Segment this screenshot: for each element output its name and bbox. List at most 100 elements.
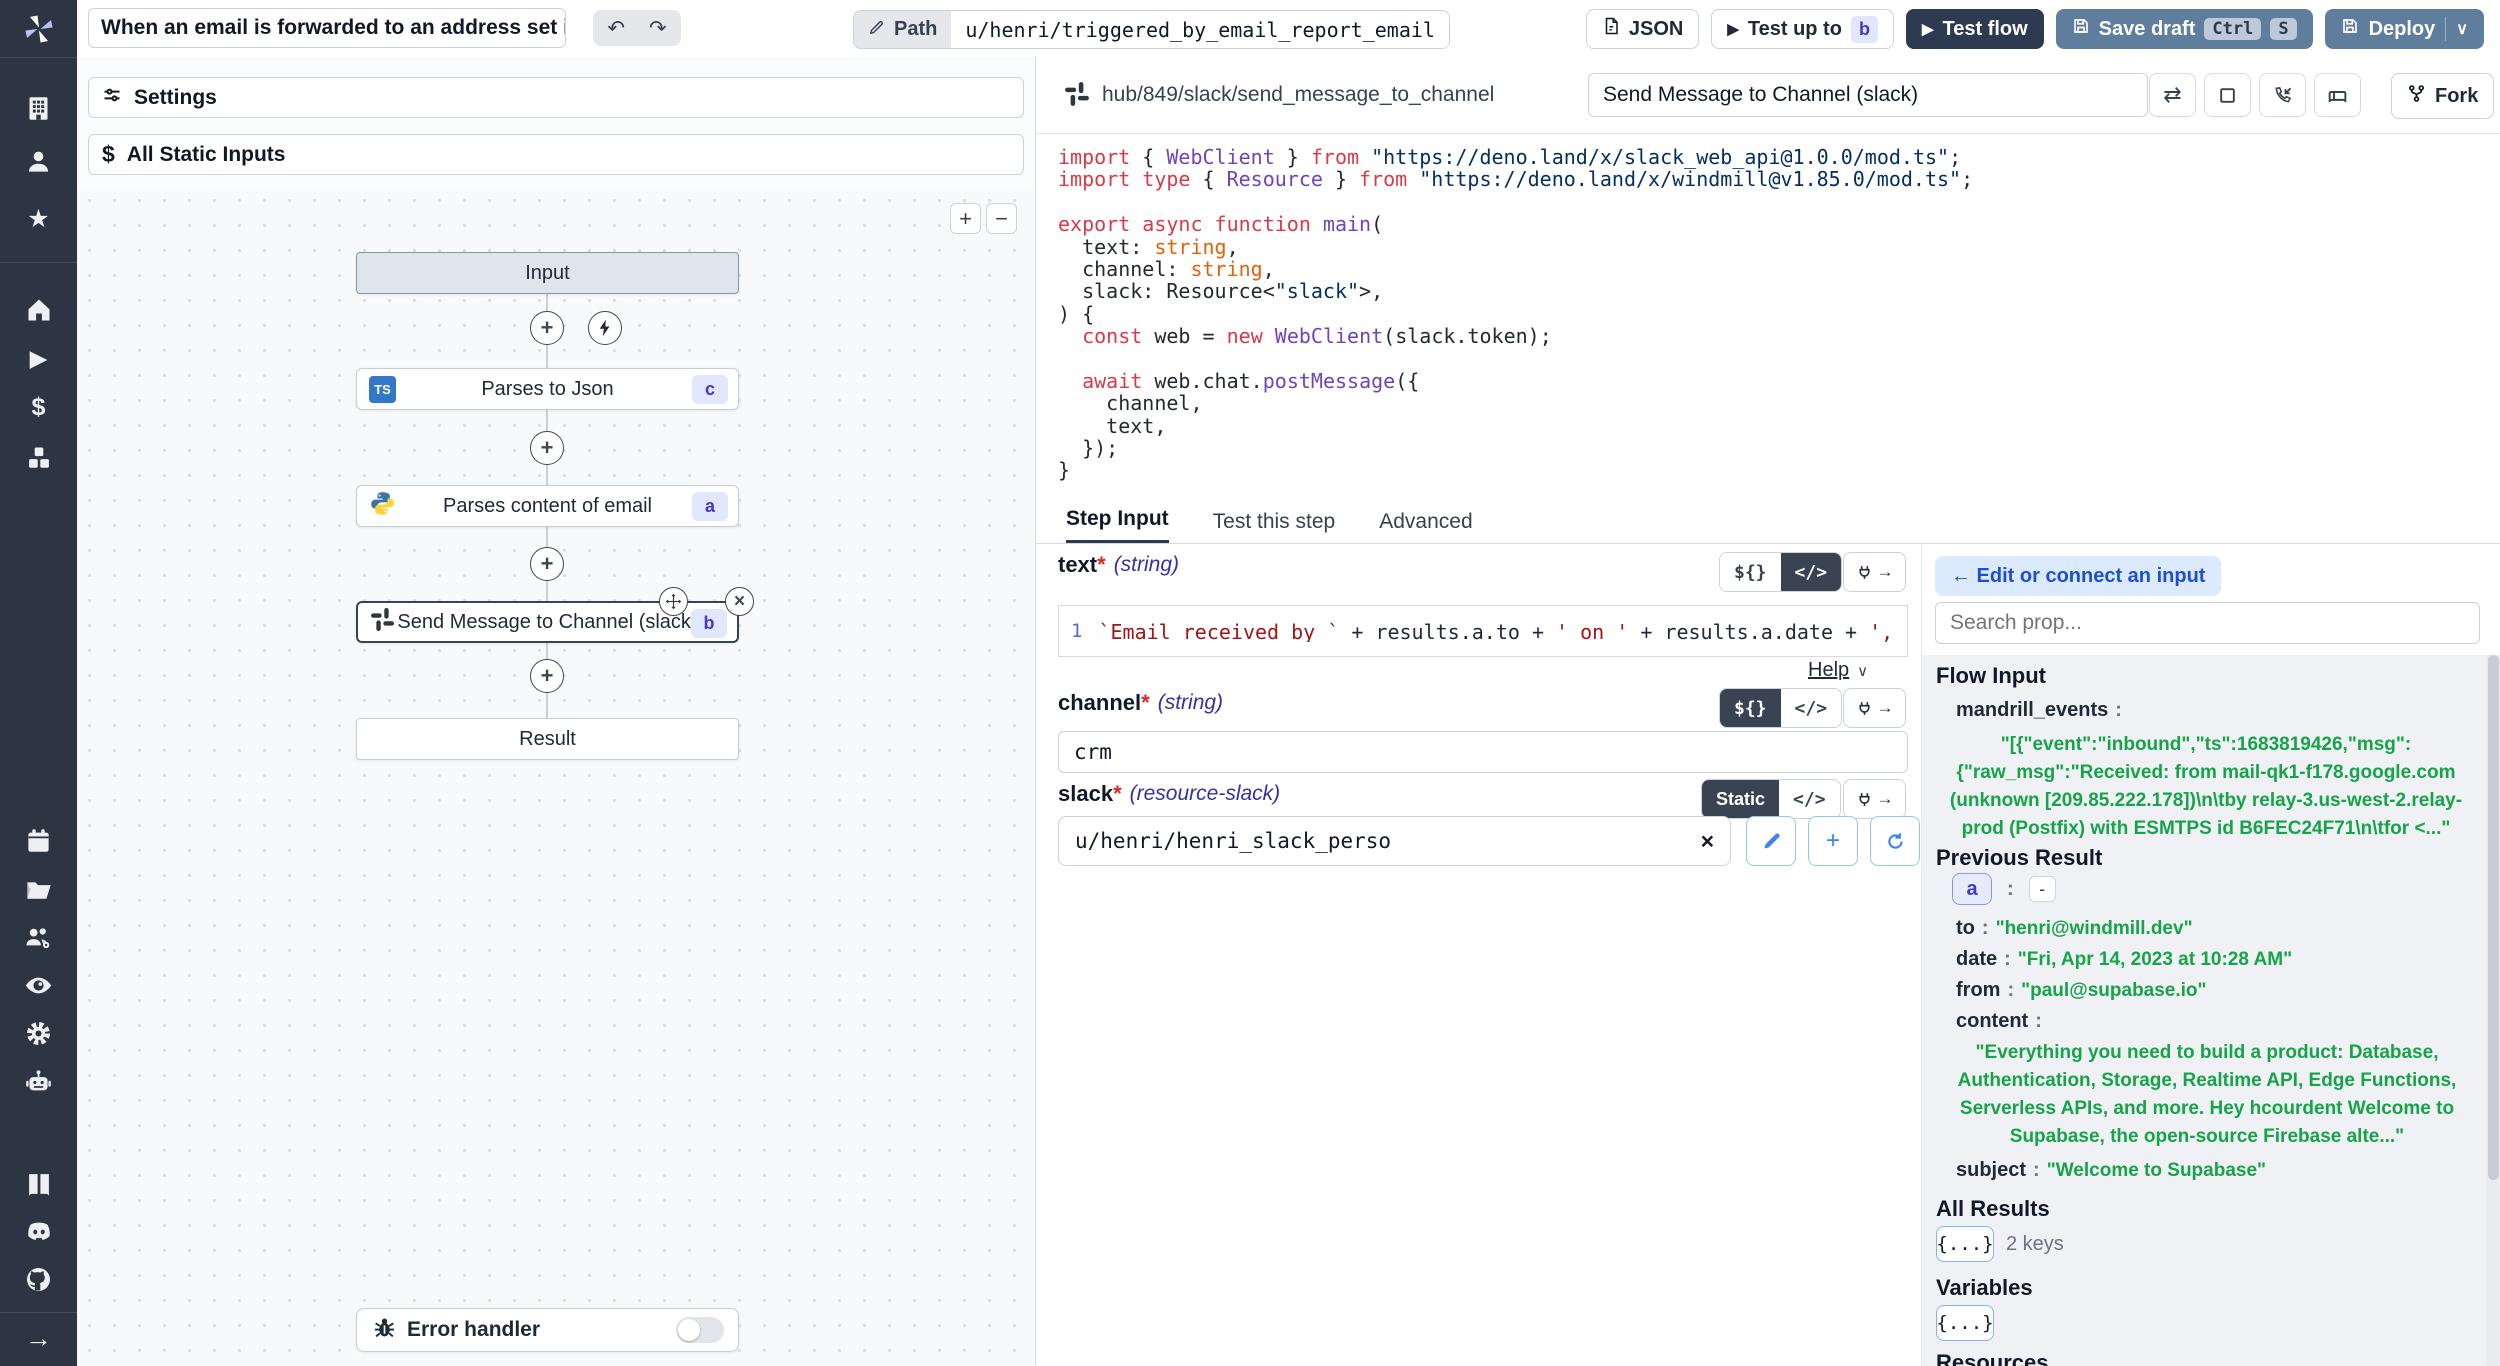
diff-icon[interactable]: [2314, 73, 2361, 117]
code-editor[interactable]: import { WebClient } from "https://deno.…: [1058, 145, 2478, 481]
refresh-resource-button[interactable]: [1870, 816, 1920, 866]
runs-play-icon[interactable]: ▶: [20, 340, 57, 377]
groups-admin-icon[interactable]: [20, 919, 57, 956]
zoom-in-button[interactable]: +: [950, 203, 981, 234]
test-up-to-step-badge: b: [1851, 16, 1878, 43]
all-static-inputs-bar[interactable]: $ All Static Inputs: [88, 134, 1024, 175]
flow-node-result[interactable]: Result: [356, 718, 739, 760]
expand-object-badge[interactable]: {...}: [1936, 1305, 1994, 1341]
prop-key: from: [1956, 979, 2000, 1002]
audit-eye-icon[interactable]: [20, 967, 57, 1004]
field-name: text: [1058, 552, 1097, 578]
text-field-label: text*(string): [1058, 552, 1179, 578]
expr-mode-option[interactable]: </>: [1781, 553, 1842, 591]
tab-step-input[interactable]: Step Input: [1066, 507, 1169, 543]
folders-icon[interactable]: [20, 871, 57, 908]
github-icon[interactable]: [20, 1261, 57, 1298]
step-summary-input[interactable]: [1588, 73, 2148, 117]
tab-test-this-step[interactable]: Test this step: [1213, 510, 1336, 543]
text-expression-editor[interactable]: 1 `Email received by ` + results.a.to + …: [1058, 605, 1908, 657]
result-row-date[interactable]: date: "Fri, Apr 14, 2023 at 10:28 AM": [1956, 948, 2292, 971]
tab-advanced[interactable]: Advanced: [1379, 510, 1472, 543]
connect-input-plug-button[interactable]: →: [1843, 779, 1906, 819]
collapse-button[interactable]: -: [2029, 876, 2056, 902]
chevron-down-icon[interactable]: ∨: [2456, 19, 2468, 39]
arrow-right-icon: →: [1877, 789, 1894, 809]
undo-icon[interactable]: ↶: [607, 16, 625, 41]
add-step-button[interactable]: +: [530, 311, 564, 345]
expr-mode-option[interactable]: </>: [1779, 780, 1840, 818]
context-scrollbar-thumb[interactable]: [2488, 655, 2499, 1180]
edit-or-connect-button[interactable]: ← Edit or connect an input: [1935, 556, 2221, 596]
redo-icon[interactable]: ↷: [649, 16, 667, 41]
error-handler-label: Error handler: [407, 1318, 540, 1342]
colon: :: [2115, 699, 2122, 722]
docs-book-icon[interactable]: [20, 1165, 57, 1202]
workspace-building-icon[interactable]: [20, 90, 57, 127]
flow-input-value[interactable]: "[{"event":"inbound","ts":1683819426,"ms…: [1942, 731, 2470, 843]
error-handler-node[interactable]: Error handler: [356, 1308, 739, 1352]
line-number: 1: [1071, 620, 1082, 642]
windmill-logo-icon[interactable]: [20, 10, 57, 47]
static-mode-option[interactable]: ${}: [1720, 553, 1781, 591]
add-step-button[interactable]: +: [530, 431, 564, 465]
maximize-icon[interactable]: [2204, 73, 2251, 117]
static-mode-option[interactable]: Static: [1702, 780, 1779, 818]
add-step-button[interactable]: +: [530, 547, 564, 581]
workers-robot-icon[interactable]: [20, 1064, 57, 1101]
flow-canvas[interactable]: [77, 188, 1035, 1366]
result-row-to[interactable]: to: "henri@windmill.dev": [1956, 917, 2193, 940]
expr-mode-option[interactable]: </>: [1781, 689, 1842, 727]
flow-input-key-row[interactable]: mandrill_events :: [1956, 699, 2129, 722]
add-resource-button[interactable]: +: [1808, 816, 1858, 866]
fork-button[interactable]: Fork: [2391, 73, 2494, 119]
test-flow-button[interactable]: ▶ Test flow: [1906, 9, 2044, 49]
sliders-icon: [102, 85, 122, 111]
test-up-to-button[interactable]: ▶ Test up to b: [1711, 9, 1894, 49]
schedules-calendar-icon[interactable]: [20, 822, 57, 859]
flow-title-input[interactable]: When an email is forwarded to an address…: [88, 8, 566, 48]
result-row-from[interactable]: from: "paul@supabase.io": [1956, 979, 2207, 1002]
clear-resource-icon[interactable]: ×: [1701, 828, 1714, 855]
flow-node-parses-content[interactable]: Parses content of email a: [356, 485, 739, 527]
variables-dollar-icon[interactable]: $: [20, 389, 57, 426]
save-icon: [2072, 17, 2090, 41]
path-group[interactable]: Path u/henri/triggered_by_email_report_e…: [853, 10, 1450, 49]
connect-input-plug-button[interactable]: →: [1843, 552, 1906, 592]
slack-resource-picker[interactable]: u/henri/henri_slack_perso ×: [1058, 816, 1731, 866]
trigger-bolt-button[interactable]: [588, 311, 622, 345]
expand-sidebar-arrow-icon[interactable]: →: [20, 1320, 57, 1357]
zoom-out-button[interactable]: −: [986, 203, 1017, 234]
add-step-button[interactable]: +: [530, 659, 564, 693]
expand-object-badge[interactable]: {...}: [1936, 1226, 1994, 1262]
reload-swap-icon[interactable]: ⇄: [2149, 73, 2196, 117]
flow-node-input[interactable]: Input: [356, 252, 739, 294]
save-draft-button[interactable]: Save draft Ctrl S: [2056, 9, 2313, 49]
connect-input-plug-button[interactable]: →: [1843, 688, 1906, 728]
help-link[interactable]: Help ∨: [1808, 659, 1868, 682]
static-mode-option[interactable]: ${}: [1720, 689, 1781, 727]
error-handler-toggle[interactable]: [676, 1317, 724, 1343]
flow-node-parses-to-json[interactable]: TS Parses to Json c: [356, 368, 739, 410]
resources-cubes-icon[interactable]: [20, 439, 57, 476]
search-prop-input[interactable]: [1935, 602, 2480, 644]
flow-settings-bar[interactable]: Settings: [88, 77, 1024, 118]
settings-gear-icon[interactable]: [20, 1015, 57, 1052]
json-button[interactable]: JSON: [1586, 9, 1699, 49]
context-scrollbar-track[interactable]: [2486, 655, 2500, 1366]
deploy-button[interactable]: Deploy ∨: [2325, 9, 2484, 49]
channel-value-input[interactable]: [1058, 731, 1908, 773]
user-icon[interactable]: [20, 143, 57, 180]
phone-incoming-icon[interactable]: [2259, 73, 2306, 117]
discord-icon[interactable]: [20, 1213, 57, 1250]
previous-result-badge-row: a : -: [1952, 873, 2056, 905]
move-step-handle[interactable]: [659, 587, 688, 616]
result-row-content[interactable]: content:: [1956, 1010, 2049, 1033]
step-a-badge[interactable]: a: [1952, 873, 1992, 905]
remove-step-button[interactable]: ×: [725, 587, 754, 616]
edit-resource-button[interactable]: [1746, 816, 1796, 866]
home-icon[interactable]: [20, 291, 57, 328]
result-content-value[interactable]: "Everything you need to build a product:…: [1946, 1039, 2468, 1151]
favorites-star-icon[interactable]: ★: [20, 200, 57, 237]
result-row-subject[interactable]: subject: "Welcome to Supabase": [1956, 1159, 2266, 1182]
